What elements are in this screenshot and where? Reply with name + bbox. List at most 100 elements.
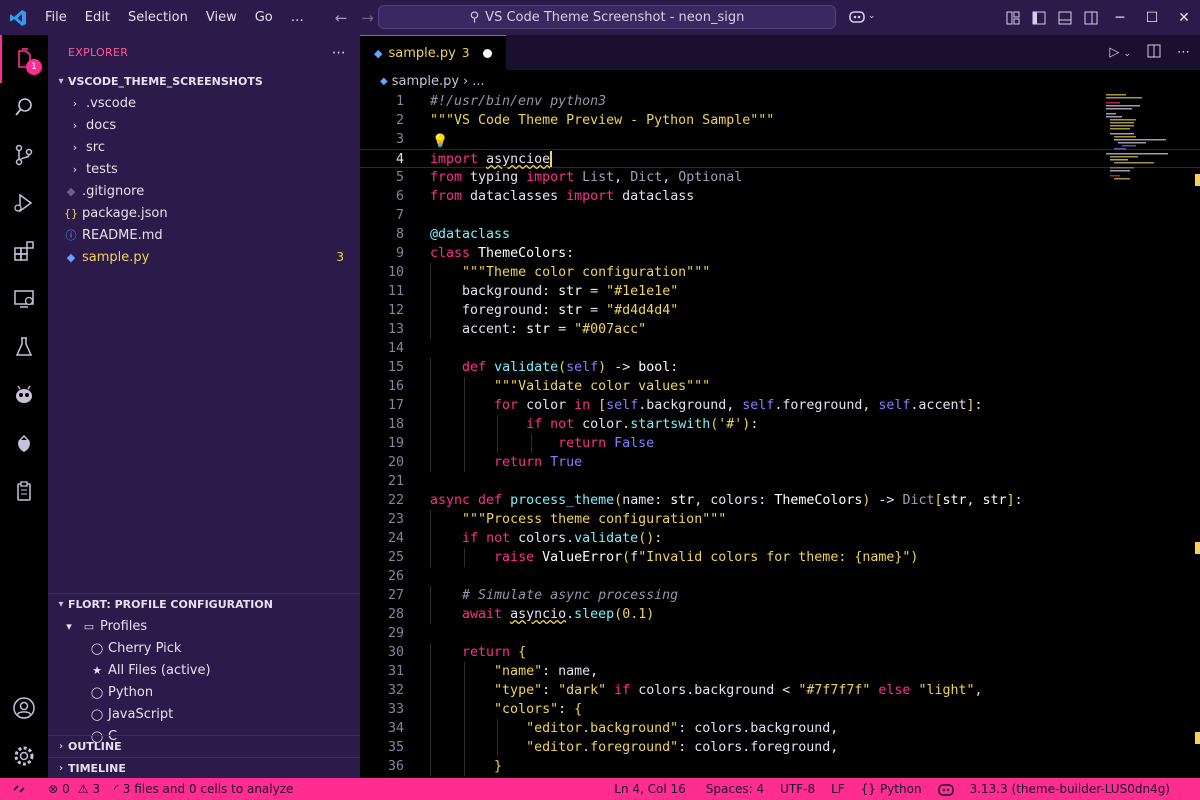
breadcrumb-file[interactable]: sample.py (392, 74, 459, 89)
code-line[interactable]: 1 #!/usr/bin/env python3 (360, 92, 1200, 111)
code-line[interactable]: 21 (360, 472, 1200, 491)
code-line[interactable]: 14 (360, 339, 1200, 358)
profile-item[interactable]: ★ All Files (active) (48, 659, 360, 681)
code-line[interactable]: 16 """Validate color values""" (360, 377, 1200, 396)
copilot-status[interactable] (930, 778, 962, 800)
code-line[interactable]: 27 # Simulate async processing (360, 586, 1200, 605)
tree-folder-tests[interactable]: › tests (48, 158, 360, 180)
profiles-folder[interactable]: ▾ ▭ Profiles (48, 615, 360, 637)
alien-extension-activity[interactable] (0, 371, 48, 419)
indentation[interactable]: Spaces: 4 (698, 778, 772, 800)
code-line[interactable]: 29 (360, 624, 1200, 643)
forward-arrow-icon[interactable]: → (361, 9, 374, 27)
tree-file-gitignore[interactable]: ◆ .gitignore (48, 180, 360, 202)
code-line[interactable]: 31 "name": name, (360, 662, 1200, 681)
tab-sample-py[interactable]: ◆ sample.py 3 (360, 35, 507, 70)
manage-activity[interactable] (0, 732, 48, 780)
code-line[interactable]: 10 """Theme color configuration""" (360, 263, 1200, 282)
run-debug-activity[interactable] (0, 179, 48, 227)
explorer-activity[interactable]: 1 (0, 35, 48, 83)
code-line[interactable]: 34 "editor.background": colors.backgroun… (360, 719, 1200, 738)
more-actions-icon[interactable]: ⋯ (1177, 45, 1190, 60)
code-line[interactable]: 4 import asyncioe (360, 149, 1200, 168)
breadcrumb-more[interactable]: ... (472, 74, 484, 89)
back-arrow-icon[interactable]: ← (335, 9, 348, 27)
code-line[interactable]: 23 """Process theme configuration""" (360, 510, 1200, 529)
minimize-icon[interactable]: ─ (1104, 0, 1136, 35)
clipboard-extension-activity[interactable] (0, 467, 48, 515)
python-interpreter[interactable]: 3.13.3 (theme-builder-LUS0dn4g) (962, 778, 1200, 800)
code-line[interactable]: 19 return False (360, 434, 1200, 453)
remote-explorer-activity[interactable] (0, 275, 48, 323)
more-actions-icon[interactable]: ⋯ (332, 45, 346, 61)
code-line[interactable]: 24 if not colors.validate(): (360, 529, 1200, 548)
code-line[interactable]: 35 "editor.foreground": colors.foregroun… (360, 738, 1200, 757)
extensions-activity[interactable] (0, 227, 48, 275)
end-of-line[interactable]: LF (823, 778, 853, 800)
source-control-activity[interactable] (0, 131, 48, 179)
copilot-button[interactable]: ⌄ (848, 8, 876, 24)
code-line[interactable]: 12 foreground: str = "#d4d4d4" (360, 301, 1200, 320)
tree-folder-docs[interactable]: › docs (48, 114, 360, 136)
code-area[interactable]: 1 #!/usr/bin/env python3 2 """VS Code Theme… (360, 92, 1200, 780)
code-line[interactable]: 20 return True (360, 453, 1200, 472)
code-line[interactable]: 30 return { (360, 643, 1200, 662)
menu-go[interactable]: Go (246, 0, 282, 35)
workspace-folder-header[interactable]: ▾ VSCODE_THEME_SCREENSHOTS (48, 70, 360, 92)
close-icon[interactable]: ✕ (1168, 0, 1200, 35)
code-line[interactable]: 9 class ThemeColors: (360, 244, 1200, 263)
search-activity[interactable] (0, 83, 48, 131)
tree-file-sample-py[interactable]: ◆ sample.py 3 (48, 246, 360, 268)
code-line[interactable]: 11 background: str = "#1e1e1e" (360, 282, 1200, 301)
menu-edit[interactable]: Edit (76, 0, 119, 35)
menu-view[interactable]: View (197, 0, 246, 35)
code-line[interactable]: 36 } (360, 757, 1200, 776)
toggle-primary-sidebar-icon[interactable] (1026, 0, 1052, 35)
split-editor-icon[interactable] (1147, 44, 1161, 62)
code-line[interactable]: 25 raise ValueError(f"Invalid colors for… (360, 548, 1200, 567)
profile-item[interactable]: ◯ Cherry Pick (48, 637, 360, 659)
code-line[interactable]: 8 @dataclass (360, 225, 1200, 244)
tree-file-package-json[interactable]: {} package.json (48, 202, 360, 224)
code-line[interactable]: 33 "colors": { (360, 700, 1200, 719)
menu-more[interactable]: … (282, 0, 313, 35)
toggle-secondary-sidebar-icon[interactable] (1078, 0, 1104, 35)
run-icon[interactable]: ▷ ⌄ (1109, 45, 1131, 60)
code-line[interactable]: 6 from dataclasses import dataclass (360, 187, 1200, 206)
testing-activity[interactable] (0, 323, 48, 371)
code-line[interactable]: 18 if not color.startswith('#'): (360, 415, 1200, 434)
remote-indicator[interactable] (0, 778, 38, 800)
code-line[interactable]: 22 async def process_theme(name: str, col… (360, 491, 1200, 510)
code-line[interactable]: 2 """VS Code Theme Preview - Python Sampl… (360, 111, 1200, 130)
profile-item[interactable]: ◯ Python (48, 681, 360, 703)
code-line[interactable]: 28 await asyncio.sleep(0.1) (360, 605, 1200, 624)
language-mode[interactable]: {} Python (853, 778, 930, 800)
code-line[interactable]: 17 for color in [self.background, self.f… (360, 396, 1200, 415)
encoding[interactable]: UTF-8 (772, 778, 823, 800)
code-line[interactable]: 7 (360, 206, 1200, 225)
code-line[interactable]: 32 "type": "dark" if colors.background <… (360, 681, 1200, 700)
cursor-position[interactable]: Ln 4, Col 16 (602, 778, 698, 800)
code-line[interactable]: 5 from typing import List, Dict, Optional (360, 168, 1200, 187)
profile-section-header[interactable]: ▾ FLORT: PROFILE CONFIGURATION (48, 593, 360, 615)
command-center-search[interactable]: ⚲ VS Code Theme Screenshot - neon_sign (378, 5, 836, 29)
scrollbar-markers[interactable] (1195, 92, 1200, 780)
code-line[interactable]: 13 accent: str = "#007acc" (360, 320, 1200, 339)
timeline-section-header[interactable]: › TIMELINE (48, 757, 360, 779)
maximize-icon[interactable]: ☐ (1136, 0, 1168, 35)
outline-section-header[interactable]: › OUTLINE (48, 735, 360, 757)
customize-layout-icon[interactable] (1000, 0, 1026, 35)
tree-folder-vscode[interactable]: › .vscode (48, 92, 360, 114)
menu-file[interactable]: File (36, 0, 76, 35)
tree-file-readme[interactable]: ⓘ README.md (48, 224, 360, 246)
accounts-activity[interactable] (0, 684, 48, 732)
unsaved-dot-icon[interactable] (483, 48, 493, 58)
analysis-status[interactable]: ◜ 3 files and 0 cells to analyze (107, 778, 300, 800)
profile-item[interactable]: ◯ JavaScript (48, 703, 360, 725)
strawberry-extension-activity[interactable] (0, 419, 48, 467)
tree-folder-src[interactable]: › src (48, 136, 360, 158)
code-line[interactable]: 15 def validate(self) -> bool: (360, 358, 1200, 377)
problems-indicator[interactable]: ⊗ 0 ⚠ 3 (38, 778, 107, 800)
code-line[interactable]: 26 (360, 567, 1200, 586)
toggle-panel-icon[interactable] (1052, 0, 1078, 35)
